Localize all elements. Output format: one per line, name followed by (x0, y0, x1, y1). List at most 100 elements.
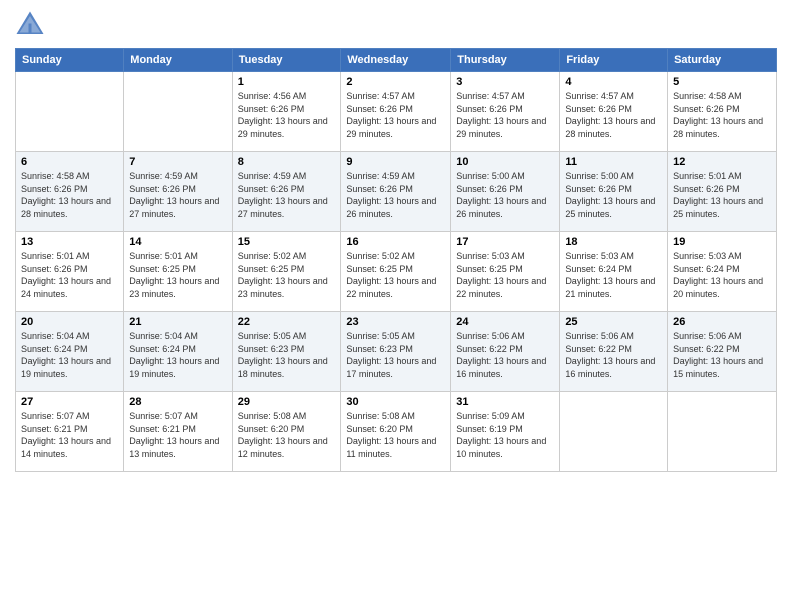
calendar-cell: 30 Sunrise: 5:08 AM Sunset: 6:20 PM Dayli… (341, 392, 451, 472)
calendar-cell: 12 Sunrise: 5:01 AM Sunset: 6:26 PM Dayli… (668, 152, 777, 232)
day-info: Sunrise: 4:58 AM Sunset: 6:26 PM Dayligh… (21, 170, 118, 220)
calendar-cell: 23Sunrise: 5:05 AM Sunset: 6:23 PM Dayli… (341, 312, 451, 392)
day-info: Sunrise: 4:58 AM Sunset: 6:26 PM Dayligh… (673, 90, 771, 140)
day-info: Sunrise: 5:04 AM Sunset: 6:24 PM Dayligh… (129, 330, 226, 380)
day-info: Sunrise: 4:57 AM Sunset: 6:26 PM Dayligh… (565, 90, 662, 140)
day-info: Sunrise: 5:03 AM Sunset: 6:24 PM Dayligh… (673, 250, 771, 300)
calendar-weekday-monday: Monday (124, 49, 232, 72)
day-number: 28 (129, 396, 226, 408)
day-number: 12 (673, 156, 771, 168)
day-info: Sunrise: 5:03 AM Sunset: 6:25 PM Dayligh… (456, 250, 554, 300)
calendar-cell: 16 Sunrise: 5:02 AM Sunset: 6:25 PM Dayli… (341, 232, 451, 312)
calendar-cell: 9 Sunrise: 4:59 AM Sunset: 6:26 PM Daylig… (341, 152, 451, 232)
calendar-cell: 22 Sunrise: 5:05 AM Sunset: 6:23 PM Dayli… (232, 312, 341, 392)
calendar-header-row: SundayMondayTuesdayWednesdayThursdayFrid… (16, 49, 777, 72)
day-number: 11 (565, 156, 662, 168)
day-info: Sunrise: 5:02 AM Sunset: 6:25 PM Dayligh… (346, 250, 445, 300)
day-number: 21 (129, 316, 226, 328)
calendar-cell: 3 Sunrise: 4:57 AM Sunset: 6:26 PM Daylig… (451, 72, 560, 152)
calendar-cell: 15Sunrise: 5:02 AM Sunset: 6:25 PM Dayli… (232, 232, 341, 312)
day-number: 4 (565, 76, 662, 88)
day-number: 31 (456, 396, 554, 408)
day-number: 5 (673, 76, 771, 88)
day-info: Sunrise: 5:08 AM Sunset: 6:20 PM Dayligh… (238, 410, 336, 460)
calendar-week-row: 13 Sunrise: 5:01 AM Sunset: 6:26 PM Dayli… (16, 232, 777, 312)
calendar-cell (124, 72, 232, 152)
calendar-weekday-wednesday: Wednesday (341, 49, 451, 72)
day-number: 22 (238, 316, 336, 328)
calendar-cell (560, 392, 668, 472)
day-number: 8 (238, 156, 336, 168)
day-number: 24 (456, 316, 554, 328)
calendar-cell: 7Sunrise: 4:59 AM Sunset: 6:26 PM Daylig… (124, 152, 232, 232)
day-number: 29 (238, 396, 336, 408)
page: SundayMondayTuesdayWednesdayThursdayFrid… (0, 0, 792, 612)
calendar-week-row: 6Sunrise: 4:58 AM Sunset: 6:26 PM Daylig… (16, 152, 777, 232)
calendar-cell: 2 Sunrise: 4:57 AM Sunset: 6:26 PM Daylig… (341, 72, 451, 152)
calendar-table: SundayMondayTuesdayWednesdayThursdayFrid… (15, 48, 777, 472)
day-number: 2 (346, 76, 445, 88)
calendar-cell: 5 Sunrise: 4:58 AM Sunset: 6:26 PM Daylig… (668, 72, 777, 152)
day-number: 3 (456, 76, 554, 88)
day-number: 10 (456, 156, 554, 168)
day-info: Sunrise: 5:01 AM Sunset: 6:26 PM Dayligh… (21, 250, 118, 300)
calendar-weekday-tuesday: Tuesday (232, 49, 341, 72)
calendar-cell: 8 Sunrise: 4:59 AM Sunset: 6:26 PM Daylig… (232, 152, 341, 232)
day-info: Sunrise: 5:04 AM Sunset: 6:24 PM Dayligh… (21, 330, 118, 380)
day-info: Sunrise: 5:03 AM Sunset: 6:24 PM Dayligh… (565, 250, 662, 300)
day-number: 14 (129, 236, 226, 248)
calendar-cell: 4 Sunrise: 4:57 AM Sunset: 6:26 PM Daylig… (560, 72, 668, 152)
day-info: Sunrise: 5:01 AM Sunset: 6:26 PM Dayligh… (673, 170, 771, 220)
day-info: Sunrise: 5:07 AM Sunset: 6:21 PM Dayligh… (129, 410, 226, 460)
calendar-cell (668, 392, 777, 472)
day-number: 30 (346, 396, 445, 408)
calendar-cell: 11 Sunrise: 5:00 AM Sunset: 6:26 PM Dayli… (560, 152, 668, 232)
day-info: Sunrise: 4:57 AM Sunset: 6:26 PM Dayligh… (456, 90, 554, 140)
calendar-weekday-friday: Friday (560, 49, 668, 72)
day-number: 26 (673, 316, 771, 328)
calendar-week-row: 20 Sunrise: 5:04 AM Sunset: 6:24 PM Dayli… (16, 312, 777, 392)
day-number: 1 (238, 76, 336, 88)
day-info: Sunrise: 4:57 AM Sunset: 6:26 PM Dayligh… (346, 90, 445, 140)
calendar-cell: 19 Sunrise: 5:03 AM Sunset: 6:24 PM Dayli… (668, 232, 777, 312)
day-number: 25 (565, 316, 662, 328)
calendar-cell: 14 Sunrise: 5:01 AM Sunset: 6:25 PM Dayli… (124, 232, 232, 312)
day-number: 13 (21, 236, 118, 248)
day-number: 16 (346, 236, 445, 248)
calendar-week-row: 1 Sunrise: 4:56 AM Sunset: 6:26 PM Daylig… (16, 72, 777, 152)
calendar-cell: 10 Sunrise: 5:00 AM Sunset: 6:26 PM Dayli… (451, 152, 560, 232)
calendar-weekday-saturday: Saturday (668, 49, 777, 72)
calendar-cell: 27 Sunrise: 5:07 AM Sunset: 6:21 PM Dayli… (16, 392, 124, 472)
day-number: 23 (346, 316, 445, 328)
day-number: 27 (21, 396, 118, 408)
day-info: Sunrise: 5:01 AM Sunset: 6:25 PM Dayligh… (129, 250, 226, 300)
calendar-cell: 13 Sunrise: 5:01 AM Sunset: 6:26 PM Dayli… (16, 232, 124, 312)
day-info: Sunrise: 4:59 AM Sunset: 6:26 PM Dayligh… (346, 170, 445, 220)
calendar-cell: 26 Sunrise: 5:06 AM Sunset: 6:22 PM Dayli… (668, 312, 777, 392)
logo (15, 10, 49, 40)
day-info: Sunrise: 5:08 AM Sunset: 6:20 PM Dayligh… (346, 410, 445, 460)
day-info: Sunrise: 5:06 AM Sunset: 6:22 PM Dayligh… (673, 330, 771, 380)
day-info: Sunrise: 5:05 AM Sunset: 6:23 PM Dayligh… (238, 330, 336, 380)
day-number: 20 (21, 316, 118, 328)
logo-icon (15, 10, 45, 40)
calendar-cell: 6Sunrise: 4:58 AM Sunset: 6:26 PM Daylig… (16, 152, 124, 232)
day-info: Sunrise: 5:06 AM Sunset: 6:22 PM Dayligh… (456, 330, 554, 380)
calendar-cell: 21 Sunrise: 5:04 AM Sunset: 6:24 PM Dayli… (124, 312, 232, 392)
day-number: 9 (346, 156, 445, 168)
day-info: Sunrise: 5:00 AM Sunset: 6:26 PM Dayligh… (565, 170, 662, 220)
day-number: 19 (673, 236, 771, 248)
day-number: 18 (565, 236, 662, 248)
calendar-cell: 29 Sunrise: 5:08 AM Sunset: 6:20 PM Dayli… (232, 392, 341, 472)
day-info: Sunrise: 4:59 AM Sunset: 6:26 PM Dayligh… (238, 170, 336, 220)
calendar-cell: 25Sunrise: 5:06 AM Sunset: 6:22 PM Dayli… (560, 312, 668, 392)
day-info: Sunrise: 5:09 AM Sunset: 6:19 PM Dayligh… (456, 410, 554, 460)
day-info: Sunrise: 4:59 AM Sunset: 6:26 PM Dayligh… (129, 170, 226, 220)
day-info: Sunrise: 4:56 AM Sunset: 6:26 PM Dayligh… (238, 90, 336, 140)
day-info: Sunrise: 5:00 AM Sunset: 6:26 PM Dayligh… (456, 170, 554, 220)
calendar-cell: 20 Sunrise: 5:04 AM Sunset: 6:24 PM Dayli… (16, 312, 124, 392)
day-info: Sunrise: 5:07 AM Sunset: 6:21 PM Dayligh… (21, 410, 118, 460)
calendar-cell: 28 Sunrise: 5:07 AM Sunset: 6:21 PM Dayli… (124, 392, 232, 472)
calendar-cell (16, 72, 124, 152)
calendar-cell: 17Sunrise: 5:03 AM Sunset: 6:25 PM Dayli… (451, 232, 560, 312)
